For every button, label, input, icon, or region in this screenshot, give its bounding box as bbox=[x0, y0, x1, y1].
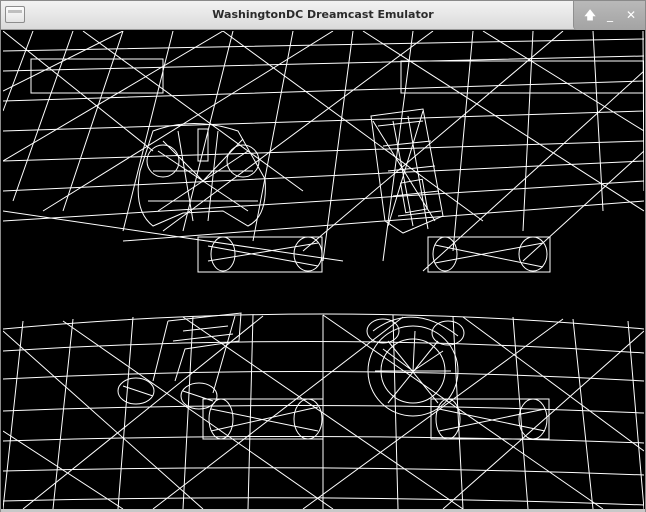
minimize-icon[interactable]: _ bbox=[602, 7, 618, 23]
upper-wireframe-mesh bbox=[3, 31, 644, 272]
controller-icon[interactable] bbox=[137, 123, 266, 227]
maximize-icon[interactable]: 🡅 bbox=[582, 7, 598, 23]
window-controls: 🡅 _ ✕ bbox=[573, 1, 645, 30]
emulator-window: WashingtonDC Dreamcast Emulator 🡅 _ ✕ bbox=[0, 0, 646, 512]
title-bar[interactable]: WashingtonDC Dreamcast Emulator 🡅 _ ✕ bbox=[1, 1, 645, 30]
window-title: WashingtonDC Dreamcast Emulator bbox=[212, 8, 434, 21]
render-viewport[interactable] bbox=[3, 31, 644, 509]
close-icon[interactable]: ✕ bbox=[623, 7, 639, 23]
music-note-icon[interactable] bbox=[117, 312, 242, 410]
clock-icon[interactable] bbox=[366, 316, 465, 417]
